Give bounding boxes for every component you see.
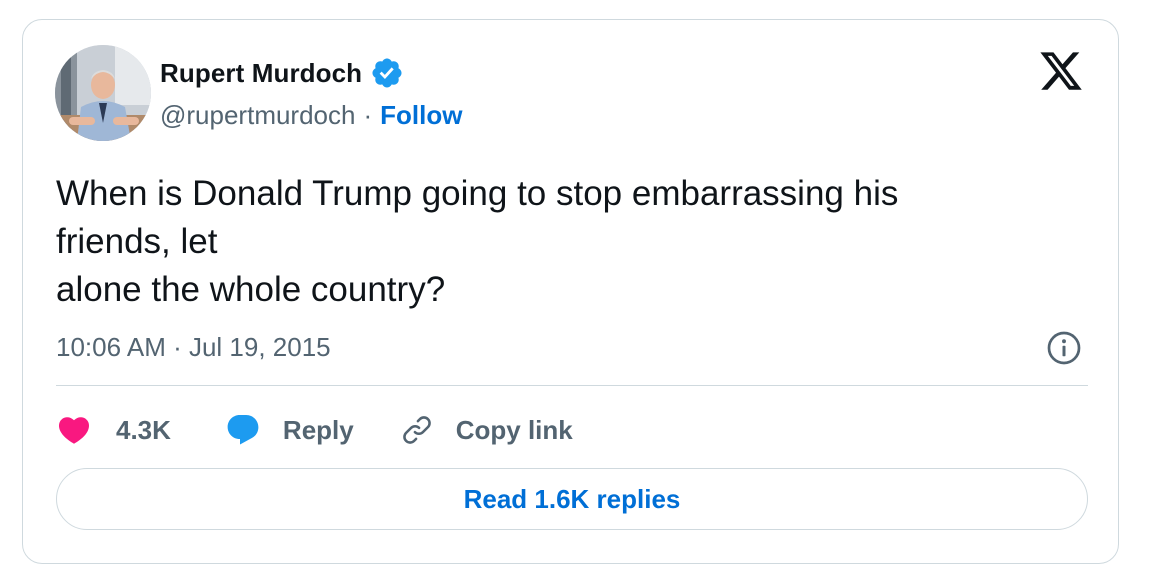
like-count: 4.3K bbox=[116, 414, 171, 445]
link-icon bbox=[402, 416, 431, 444]
reply-bubble-icon bbox=[227, 415, 259, 445]
tweet-text-line: friends, let bbox=[56, 222, 218, 261]
author-avatar[interactable] bbox=[55, 45, 151, 141]
handle-separator: · bbox=[363, 100, 373, 130]
read-replies-label: Read 1.6K replies bbox=[463, 483, 681, 514]
tweet-text: When is Donald Trump going to stop embar… bbox=[56, 170, 1066, 314]
author-handle[interactable]: @rupertmurdoch bbox=[160, 100, 355, 131]
reply-label: Reply bbox=[282, 414, 354, 445]
handle-row: @rupertmurdoch · Follow bbox=[160, 100, 462, 131]
like-button[interactable]: 4.3K bbox=[56, 412, 171, 448]
verified-badge-icon bbox=[372, 58, 402, 88]
read-replies-button[interactable]: Read 1.6K replies bbox=[56, 468, 1088, 530]
tweet-card: Rupert Murdoch @rupertmurdoch · Follow W… bbox=[22, 19, 1119, 564]
copy-link-label: Copy link bbox=[455, 414, 573, 445]
author-name[interactable]: Rupert Murdoch bbox=[160, 58, 362, 89]
x-logo-icon[interactable] bbox=[1038, 48, 1084, 94]
reply-button[interactable]: Reply bbox=[225, 412, 354, 448]
avatar-photo-icon bbox=[55, 45, 151, 141]
tweet-text-line: alone the whole country? bbox=[56, 270, 446, 309]
tweet-text-line: When is Donald Trump going to stop embar… bbox=[56, 174, 899, 213]
author-name-row: Rupert Murdoch bbox=[160, 56, 404, 90]
heart-icon bbox=[58, 417, 90, 444]
divider bbox=[56, 385, 1088, 386]
follow-button[interactable]: Follow bbox=[380, 100, 462, 131]
info-icon[interactable] bbox=[1046, 330, 1082, 366]
action-bar: 4.3K Reply Copy link bbox=[56, 406, 573, 454]
copy-link-button[interactable]: Copy link bbox=[400, 413, 573, 447]
tweet-timestamp[interactable]: 10:06 AM · Jul 19, 2015 bbox=[56, 332, 331, 363]
